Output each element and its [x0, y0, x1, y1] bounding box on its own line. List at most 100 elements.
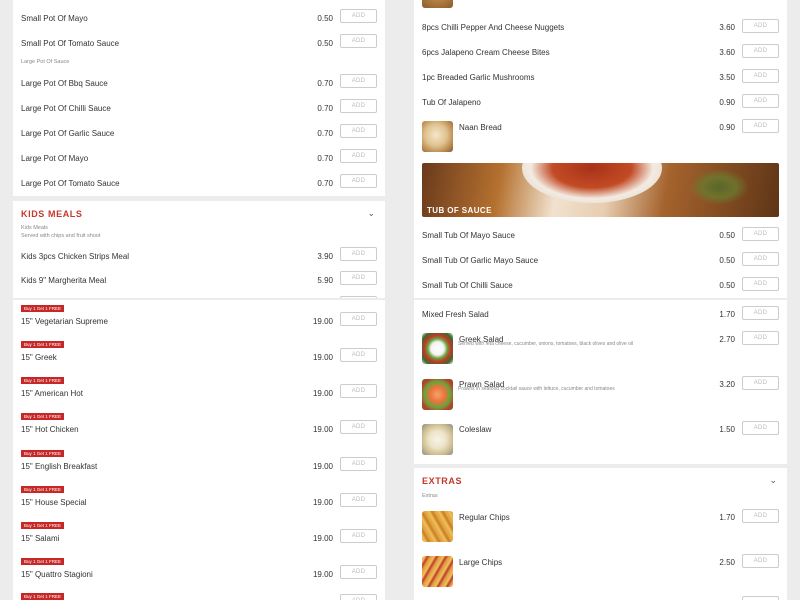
add-button[interactable]: ADD: [340, 149, 377, 163]
item-price: 1.70: [719, 513, 735, 522]
chevron-down-icon[interactable]: ⌄: [367, 208, 375, 219]
kids-meals-card: KIDS MEALS ⌄ Kids Meals Served with chip…: [13, 201, 385, 298]
item-name: Large Pot Of Garlic Sauce: [21, 129, 115, 138]
add-button[interactable]: ADD: [340, 296, 377, 298]
item-price: 19.00: [312, 498, 333, 507]
add-button[interactable]: ADD: [742, 421, 779, 435]
item-price: 0.70: [317, 79, 333, 88]
item-price: 0.50: [317, 14, 333, 23]
menu-item-row: Small Pot Of Tomato Sauce 0.50 ADD: [13, 34, 385, 59]
item-price: 0.50: [719, 231, 735, 240]
item-name: 1pc Breaded Garlic Mushrooms: [422, 73, 535, 82]
section-header-kids-meals[interactable]: KIDS MEALS ⌄: [13, 201, 385, 227]
item-price: 19.00: [312, 462, 333, 471]
menu-item-row: Buy 1 Get 1 FREE 15" American Hot 19.00 …: [13, 377, 385, 409]
menu-item-row: Large Pot Of Tomato Sauce 0.70 ADD: [13, 174, 385, 199]
add-button[interactable]: ADD: [340, 565, 377, 579]
add-button[interactable]: ADD: [340, 493, 377, 507]
menu-item-row: Large Pot Of Garlic Sauce 0.70 ADD: [13, 124, 385, 149]
add-button[interactable]: ADD: [742, 376, 779, 390]
item-price: 19.00: [312, 570, 333, 579]
add-button[interactable]: ADD: [742, 331, 779, 345]
add-button[interactable]: ADD: [340, 174, 377, 188]
add-button[interactable]: ADD: [742, 227, 779, 241]
item-name: 6pcs Jalapeno Cream Cheese Bites: [422, 48, 550, 57]
subsection-label: Extras: [422, 493, 438, 499]
item-name: Small Pot Of Mayo: [21, 14, 88, 23]
item-price: 3.90: [317, 252, 333, 261]
add-button[interactable]: ADD: [340, 247, 377, 261]
add-button[interactable]: ADD: [742, 596, 779, 600]
add-button[interactable]: ADD: [340, 312, 377, 326]
offer-badge: Buy 1 Get 1 FREE: [21, 413, 65, 420]
item-name: Coleslaw: [459, 425, 492, 434]
item-name: Small Tub Of Mayo Sauce: [422, 231, 515, 240]
item-name: 15" English Breakfast: [21, 462, 98, 471]
add-button[interactable]: ADD: [742, 119, 779, 133]
add-button[interactable]: ADD: [742, 69, 779, 83]
item-price: 0.70: [317, 179, 333, 188]
item-price: 0.50: [719, 281, 735, 290]
menu-item-row: Mixed Fresh Salad 1.70 ADD: [414, 305, 787, 330]
banner-title: TUB OF SAUCE: [427, 206, 492, 215]
item-name: Kids 3pcs Chicken Strips Meal: [21, 252, 130, 261]
panel-top-left: Small Pot Of Mayo 0.50 ADD Small Pot Of …: [0, 0, 400, 298]
add-button[interactable]: ADD: [340, 420, 377, 434]
herb-image: [689, 169, 749, 205]
extras-card: EXTRAS ⌄ Extras Regular Chips 1.70 ADD L…: [414, 468, 787, 600]
pizza-card: Buy 1 Get 1 FREE 15" Vegetarian Supreme …: [13, 300, 385, 600]
add-button[interactable]: ADD: [340, 74, 377, 88]
menu-item-row: Kids 9" Margherita Meal 5.90 ADD: [13, 271, 385, 296]
item-name: Regular Chips: [459, 513, 510, 522]
add-button[interactable]: ADD: [340, 348, 377, 362]
add-button[interactable]: ADD: [340, 9, 377, 23]
add-button[interactable]: ADD: [742, 94, 779, 108]
add-button[interactable]: ADD: [742, 554, 779, 568]
item-name: Large Chips: [459, 558, 503, 567]
item-description: Prawns in seafood cocktail sauce with le…: [458, 386, 615, 392]
add-button[interactable]: ADD: [340, 529, 377, 543]
menu-item-row: Coleslaw 1.50 ADD: [414, 420, 787, 445]
add-button[interactable]: ADD: [340, 34, 377, 48]
add-button[interactable]: ADD: [340, 99, 377, 113]
section-title: KIDS MEALS: [21, 209, 83, 219]
item-description: Served with feta cheese, cucumber, onion…: [458, 341, 634, 347]
menu-item-row: Small Tub Of Garlic Mayo Sauce 0.50 ADD: [414, 251, 787, 276]
add-button[interactable]: ADD: [340, 271, 377, 285]
add-button[interactable]: ADD: [340, 124, 377, 138]
item-price: 19.00: [312, 353, 333, 362]
chevron-down-icon[interactable]: ⌄: [769, 475, 777, 486]
add-button[interactable]: ADD: [742, 509, 779, 523]
item-price: 19.00: [312, 534, 333, 543]
offer-badge: Buy 1 Get 1 FREE: [21, 341, 65, 348]
menu-item-row: Buy 1 Get 1 FREE 15" House Special 19.00…: [13, 486, 385, 518]
panel-bottom-right: Mixed Fresh Salad 1.70 ADD Greek Salad 2…: [401, 300, 800, 600]
menu-item-row: Small Tub Of Mayo Sauce 0.50 ADD: [414, 226, 787, 251]
offer-badge: Buy 1 Get 1 FREE: [21, 377, 65, 384]
subsection-label: Kids Meals: [21, 225, 48, 231]
menu-item-row: Small Pot Of Mayo 0.50 ADD: [13, 9, 385, 34]
add-button[interactable]: ADD: [340, 457, 377, 471]
add-button[interactable]: ADD: [742, 44, 779, 58]
item-price: 3.60: [719, 23, 735, 32]
item-name: Large Pot Of Chilli Sauce: [21, 104, 111, 113]
add-button[interactable]: ADD: [340, 384, 377, 398]
item-name: Small Tub Of Chilli Sauce: [422, 281, 513, 290]
panel-top-right: 8pcs Chilli Pepper And Cheese Nuggets 3.…: [401, 0, 800, 298]
add-button[interactable]: ADD: [340, 594, 377, 600]
item-name: Mixed Fresh Salad: [422, 310, 489, 319]
add-button[interactable]: ADD: [742, 252, 779, 266]
add-button[interactable]: ADD: [742, 277, 779, 291]
item-price: 1.70: [719, 310, 735, 319]
menu-item-row: Buy 1 Get 1 FREE 15" Salami 19.00 ADD: [13, 522, 385, 554]
section-header-extras[interactable]: EXTRAS ⌄: [414, 468, 787, 494]
item-name: Naan Bread: [459, 123, 502, 132]
sides-card: 8pcs Chilli Pepper And Cheese Nuggets 3.…: [414, 0, 787, 298]
item-name: Large Pot Of Mayo: [21, 154, 89, 163]
offer-badge: Buy 1 Get 1 FREE: [21, 486, 65, 493]
subsection-label: Large Pot Of Sauce: [21, 59, 70, 65]
add-button[interactable]: ADD: [742, 19, 779, 33]
item-name: 15" Vegetarian Supreme: [21, 317, 108, 326]
item-name: Large Pot Of Bbq Sauce: [21, 79, 108, 88]
add-button[interactable]: ADD: [742, 306, 779, 320]
